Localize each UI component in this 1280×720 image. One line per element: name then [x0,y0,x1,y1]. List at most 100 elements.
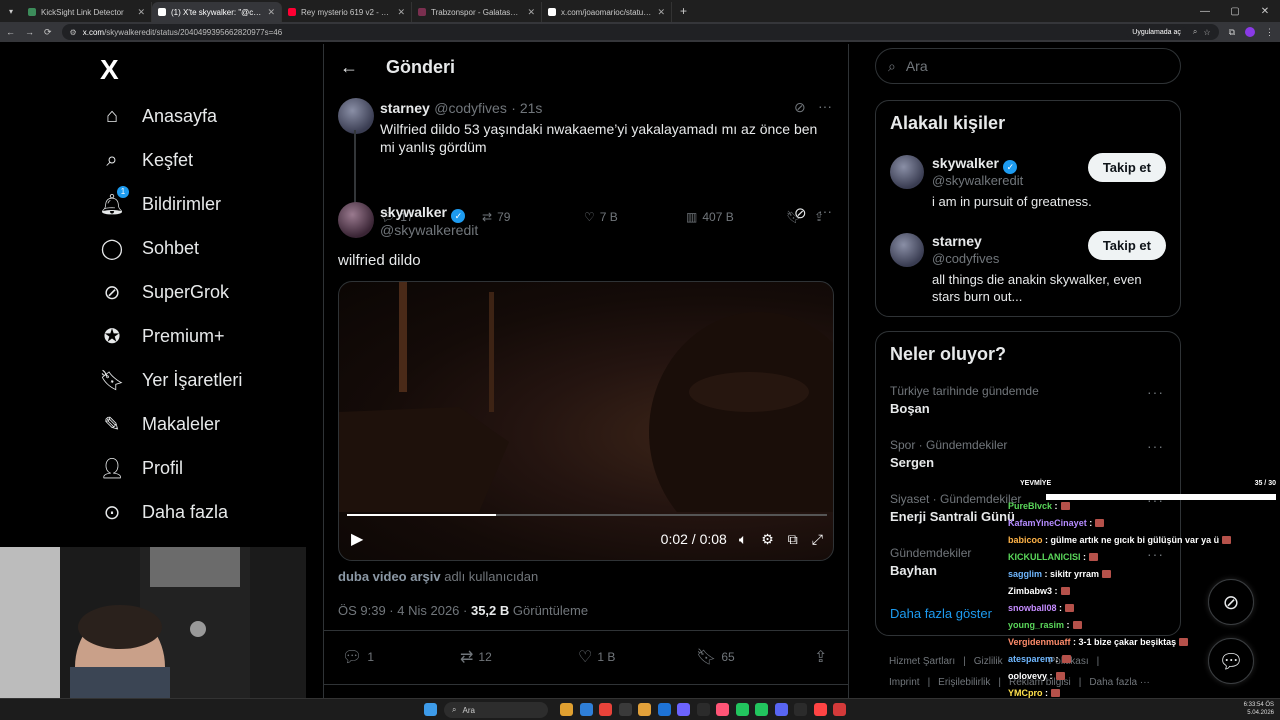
author-handle[interactable]: @skywalkeredit [380,222,478,238]
more-options-icon[interactable]: ··· [1147,384,1164,400]
taskbar-app-icon[interactable] [755,703,768,716]
back-arrow-icon[interactable]: ← [340,57,370,78]
footer-link[interactable]: Hizmet Şartları [889,656,955,667]
new-tab-button[interactable]: + [672,4,695,18]
avatar[interactable] [890,233,924,267]
repost-button[interactable]: ⇄ 79 [482,210,584,224]
nav-item-search[interactable]: ⌕ Keşfet [100,145,193,175]
follow-button[interactable]: Takip et [1087,231,1166,260]
tab-close-icon[interactable]: ✕ [397,7,405,18]
taskbar-app-icon[interactable] [638,703,651,716]
nav-item-profile[interactable]: 👤︎ Profil [99,453,183,483]
volume-icon[interactable]: 🔈︎ [739,531,747,548]
maximize-icon[interactable]: ▢ [1220,6,1250,17]
person-handle[interactable]: @codyfives [932,251,999,266]
show-more-link[interactable]: Daha fazla göster [890,606,992,621]
tab-close-icon[interactable]: ✕ [527,7,535,18]
nav-item-premium[interactable]: ✪ Premium+ [100,321,225,351]
nav-item-bookmark[interactable]: 🔖︎ Yer İşaretleri [99,365,242,395]
nav-item-chat[interactable]: ◯ Sohbet [100,233,199,263]
avatar[interactable] [890,155,924,189]
zoom-icon[interactable]: ⌕ [1193,27,1197,37]
taskbar-app-icon[interactable] [735,703,749,716]
back-nav-icon[interactable]: ← [6,27,15,37]
tab-close-icon[interactable]: ✕ [267,7,275,18]
reload-icon[interactable]: ⟳ [44,27,52,38]
browser-menu-icon[interactable]: ⋮ [1265,27,1274,38]
taskbar-app-icon[interactable] [813,703,827,716]
author-name[interactable]: skywalker ✓ [380,204,466,223]
share-icon[interactable]: ⇪ [814,647,827,667]
nav-item-more[interactable]: ⊙ Daha fazla [100,497,228,527]
follow-button[interactable]: Takip et [1087,153,1166,182]
video-player[interactable]: ▶ 0:02 / 0:08 🔈︎ ⚙ ⧉ ⤢ [338,281,834,561]
taskbar-search[interactable]: ⌕ Ara [444,702,548,718]
taskbar-app-icon[interactable] [677,703,690,716]
views-button[interactable]: ▥ 407 B [686,210,786,224]
open-in-app-button[interactable]: Uygulamada aç [1126,26,1187,38]
browser-tab[interactable]: Rey mysterio 619 v2 - YouTube ✕ [282,2,412,22]
more-options-icon[interactable]: ··· [818,203,832,219]
browser-tab[interactable]: KickSight Link Detector ✕ [22,2,152,22]
x-logo[interactable]: X [100,54,119,86]
start-icon[interactable] [424,703,437,716]
more-options-icon[interactable]: ··· [1147,438,1164,454]
taskbar-app-icon[interactable] [579,703,593,716]
author-handle[interactable]: @codyfives [434,100,507,116]
taskbar-app-icon[interactable] [716,703,729,716]
taskbar-app-icon[interactable] [560,703,573,716]
play-icon[interactable]: ▶ [351,529,363,549]
tab-close-icon[interactable]: ✕ [657,7,665,18]
footer-link[interactable]: Imprint [889,677,920,688]
tab-close-icon[interactable]: ✕ [137,7,145,18]
nav-item-home[interactable]: ⌂ Anasayfa [100,101,217,131]
nav-item-grok[interactable]: ⊘ SuperGrok [100,277,229,307]
post-time[interactable]: · 21s [511,100,542,116]
taskbar-app-icon[interactable] [696,703,710,716]
like-button[interactable]: ♡ 1 B [578,647,696,667]
like-button[interactable]: ♡ 7 B [584,210,686,224]
footer-link[interactable]: Gizlilik [974,656,1003,667]
profile-avatar-icon[interactable] [1245,27,1255,37]
person-name[interactable]: skywalker [932,155,999,171]
grok-icon[interactable]: ⊘ [794,204,807,222]
reply-button[interactable]: 💬︎ 1 [342,647,460,667]
person-handle[interactable]: @skywalkeredit [932,173,1023,188]
taskbar-app-icon[interactable] [794,703,807,716]
browser-tab[interactable]: x.com/joaomarioc/status/204... ✕ [542,2,672,22]
extensions-icon[interactable]: ⧉ [1229,27,1235,38]
star-bookmark-icon[interactable]: ☆ [1203,28,1210,37]
taskbar-app-icon[interactable] [599,703,612,716]
avatar[interactable] [338,98,374,134]
bookmark-button[interactable]: 🔖︎ 65 [696,647,814,667]
author-name[interactable]: starney [380,100,430,116]
minimize-icon[interactable]: — [1190,6,1220,17]
taskbar-app-icon[interactable] [657,703,671,716]
footer-link[interactable]: Erişilebilirlik [938,677,990,688]
post-text: Wilfried dildo 53 yaşındaki nwakaeme’yi … [380,121,818,155]
person-name[interactable]: starney [932,233,982,249]
pip-icon[interactable]: ⧉ [788,531,798,548]
repost-button[interactable]: ⇄ 12 [460,647,578,667]
tab-menu-icon[interactable]: ▾ [0,7,22,16]
browser-tab[interactable]: Trabzonspor - Galatasaray Maç... ✕ [412,2,542,22]
taskbar-app-icon[interactable] [618,703,632,716]
close-window-icon[interactable]: ✕ [1250,6,1280,17]
url-field[interactable]: ⚙ x.com/skywalkeredit/status/20404993956… [61,24,1219,40]
avatar[interactable] [338,202,374,238]
search-input[interactable]: ⌕ Ara [875,48,1181,84]
source-name[interactable]: duba video arşiv [338,569,441,584]
system-clock[interactable]: 6:33:54 ÖS 5.04.2026 [1244,701,1274,717]
more-options-icon[interactable]: ··· [818,98,832,114]
nav-item-article[interactable]: ✎ Makaleler [100,409,220,439]
fullscreen-icon[interactable]: ⤢ [812,531,823,548]
video-progress-bar[interactable] [347,514,827,516]
nav-item-bell[interactable]: 🔔︎ 1 Bildirimler [99,186,221,219]
taskbar-app-icon[interactable] [774,703,788,716]
forward-nav-icon[interactable]: → [25,27,34,37]
grok-icon[interactable]: ⊘ [794,99,806,116]
browser-tab[interactable]: (1) X'te skywalker: "@codyfive... ✕ [152,2,282,22]
site-info-icon[interactable]: ⚙ [70,28,77,37]
settings-icon[interactable]: ⚙ [761,531,774,548]
taskbar-app-icon[interactable] [833,703,846,716]
